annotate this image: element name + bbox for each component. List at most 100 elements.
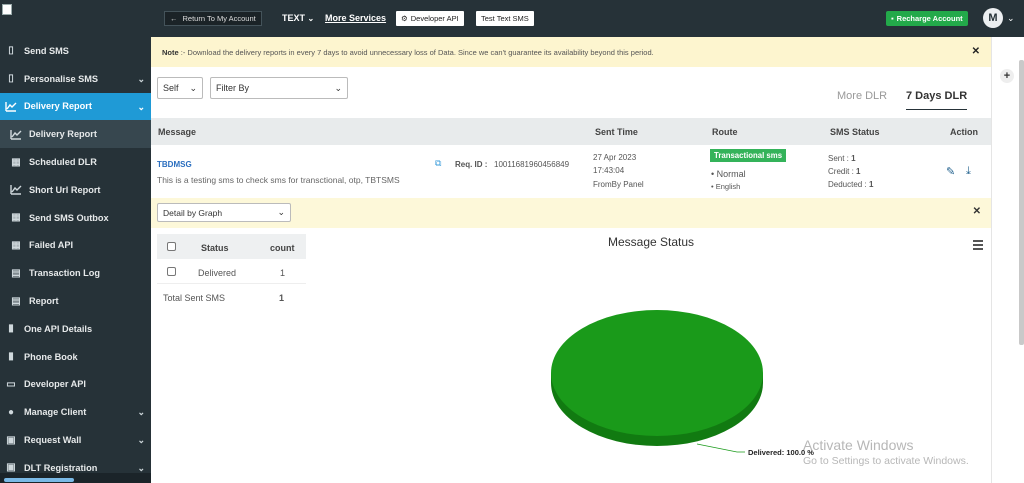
chevron-down-icon[interactable]: ⌄ [1007, 13, 1015, 24]
sidebar-subitem-delivery-report[interactable]: Delivery Report [0, 120, 151, 149]
request-icon: ▣ [6, 434, 16, 446]
deducted-count: Deducted : 1 [828, 180, 874, 189]
calendar-icon: ▦ [11, 156, 21, 168]
sender-id: TBDMSG [157, 160, 192, 169]
sidebar-scrollbar[interactable] [0, 473, 151, 483]
chevron-down-icon: ⌄ [334, 83, 342, 93]
sidebar-item-developer-api[interactable]: ▭ Developer API [0, 371, 151, 399]
more-services-link[interactable]: More Services [325, 13, 386, 23]
col-action: Action [950, 127, 978, 137]
sidebar-item-label: Transaction Log [29, 268, 100, 279]
chart-menu-icon[interactable] [973, 240, 983, 252]
broken-image-icon [2, 4, 12, 15]
sidebar-subitem-send-sms-outbox[interactable]: ▦ Send SMS Outbox [0, 204, 151, 232]
notice-label: Note [162, 48, 179, 57]
sidebar-item-label: Failed API [29, 240, 74, 251]
sidebar-item-delivery-report[interactable]: Delivery Report ⌄ [0, 92, 151, 121]
document-icon: ▤ [11, 267, 21, 279]
avatar[interactable]: M [983, 8, 1003, 28]
sidebar-item-manage-client[interactable]: ● Manage Client ⌄ [0, 398, 151, 426]
tab-7-days-dlr[interactable]: 7 Days DLR [906, 90, 968, 110]
req-id-value: 10011681960456849 [494, 160, 570, 169]
copy-icon[interactable]: ⧉ [435, 158, 441, 169]
filter-by-select[interactable]: Filter By ⌄ [210, 77, 348, 99]
scope-select[interactable]: Self ⌄ [157, 77, 203, 99]
row-checkbox[interactable] [167, 267, 176, 276]
chevron-down-icon: ⌄ [137, 435, 145, 446]
col-route: Route [712, 127, 738, 137]
sidebar-subitem-short-url-report[interactable]: Short Url Report [0, 176, 151, 204]
sidebar-item-label: Scheduled DLR [29, 157, 97, 168]
page-scrollbar[interactable] [1019, 60, 1024, 345]
sidebar-item-label: DLT Registration [24, 462, 98, 473]
chart-title: Message Status [608, 235, 695, 249]
sidebar-subitem-transaction-log[interactable]: ▤ Transaction Log [0, 259, 151, 287]
col-sent-time: Sent Time [595, 127, 638, 137]
sidebar-item-label: Phone Book [24, 351, 78, 362]
select-all-checkbox[interactable] [167, 242, 176, 251]
sidebar-item-label: One API Details [24, 323, 93, 334]
test-text-sms-button[interactable]: Test Text SMS [476, 11, 534, 26]
sidebar-subitem-scheduled-dlr[interactable]: ▦ Scheduled DLR [0, 148, 151, 176]
sidebar-item-phone-book[interactable]: ▮ Phone Book [0, 343, 151, 371]
gear-icon: ⚙ [401, 14, 408, 23]
close-icon[interactable]: ✕ [973, 206, 981, 217]
pie-slice-side [551, 320, 763, 446]
total-value: 1 [279, 293, 285, 303]
sidebar-item-label: Manage Client [24, 407, 87, 418]
download-icon[interactable]: ⤓ [966, 165, 971, 178]
developer-api-button[interactable]: ⚙ Developer API [396, 11, 464, 26]
table-header: Message Sent Time Route SMS Status Actio… [151, 118, 991, 145]
sidebar-subitem-report[interactable]: ▤ Report [0, 287, 151, 315]
sidebar-item-label: Send SMS Outbox [29, 212, 109, 223]
tab-more-dlr[interactable]: More DLR [837, 90, 887, 102]
sidebar-item-label: Send SMS [24, 45, 69, 56]
return-to-account-button[interactable]: ← Return To My Account [164, 11, 262, 26]
main-content: Note :- Download the delivery reports in… [151, 37, 991, 483]
sidebar-item-one-api-details[interactable]: ▮ One API Details [0, 315, 151, 343]
calendar-x-icon: ▦ [11, 239, 21, 251]
plus-icon[interactable]: + [1000, 69, 1014, 83]
chart-line-icon [4, 99, 18, 113]
pie-slice[interactable] [551, 310, 763, 436]
sidebar-item-send-sms[interactable]: ▯ Send SMS [0, 37, 151, 65]
notice-text: :- Download the delivery reports in ever… [180, 48, 654, 57]
route-badge: Transactional sms [710, 149, 787, 162]
sidebar-item-label: Developer API [24, 379, 86, 390]
route-language: • English [711, 182, 741, 191]
sidebar-item-request-wall[interactable]: ▣ Request Wall ⌄ [0, 426, 151, 454]
chevron-down-icon: ⌄ [189, 83, 197, 93]
close-icon[interactable]: ✕ [972, 46, 980, 57]
chevron-down-icon: ⌄ [137, 407, 145, 418]
recharge-account-button[interactable]: ▪ Recharge Account [886, 11, 968, 26]
windows-activation-watermark: Activate Windows Go to Settings to activ… [803, 437, 969, 467]
detail-bar: Detail by Graph ⌄ ✕ [151, 198, 991, 228]
credit-count: Credit : 1 [828, 167, 861, 176]
arrow-left-icon: ← [170, 14, 178, 23]
tag-icon[interactable]: ✎ [946, 165, 955, 178]
address-book-icon: ▮ [8, 351, 14, 363]
wallet-icon: ▪ [891, 14, 894, 23]
notice-banner: Note :- Download the delivery reports in… [151, 37, 991, 67]
phone-sms-icon: ▯ [8, 73, 14, 85]
chart-line-icon [9, 183, 23, 197]
status-value: Delivered [198, 268, 237, 278]
pie-slice-depth [551, 373, 763, 383]
sidebar-subitem-failed-api[interactable]: ▦ Failed API [0, 232, 151, 260]
sent-source: FromBy Panel [593, 180, 644, 189]
detail-by-select[interactable]: Detail by Graph ⌄ [157, 203, 291, 222]
scrollbar-thumb[interactable] [4, 478, 74, 482]
sidebar-item-label: Report [29, 296, 59, 307]
text-menu[interactable]: TEXT ⌄ [282, 13, 314, 23]
monitor-icon: ▭ [6, 378, 16, 390]
sent-date: 27 Apr 2023 [593, 153, 637, 162]
sidebar: ▯ Send SMS ▯ Personalise SMS ⌄ Delivery … [0, 0, 151, 483]
status-table: Status count Delivered 1 Total Sent SMS … [157, 234, 306, 324]
chevron-down-icon: ⌄ [137, 73, 145, 84]
logo[interactable] [0, 0, 151, 37]
chevron-down-icon: ⌄ [307, 14, 315, 23]
sidebar-item-label: Delivery Report [24, 101, 92, 112]
chevron-down-icon: ⌄ [277, 207, 285, 217]
sidebar-item-personalise-sms[interactable]: ▯ Personalise SMS ⌄ [0, 65, 151, 93]
pie-label-connector [696, 443, 745, 453]
